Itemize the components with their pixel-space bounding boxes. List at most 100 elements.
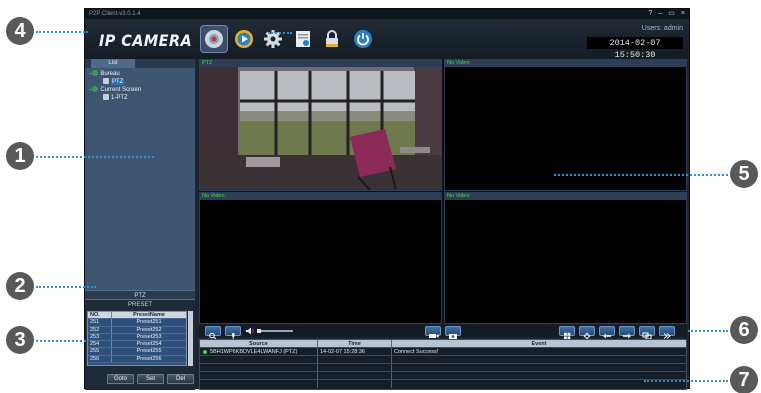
power-icon [354, 30, 372, 48]
preset-row[interactable]: 255 Preset255 [88, 348, 186, 356]
playback-icon [235, 30, 253, 48]
preset-number: 251 [88, 319, 112, 326]
leader-7 [644, 380, 728, 382]
preset-row[interactable]: 252 Preset252 [88, 326, 186, 334]
datetime-display: 2014-02-07 15:50:30 [587, 37, 683, 60]
playback-button[interactable] [230, 25, 258, 53]
device-sidebar: List – Bureau PTZ – Current Screen 1-PTZ P… [85, 59, 195, 390]
previous-button[interactable] [599, 326, 615, 339]
col-event-header: Event [531, 341, 547, 347]
preset-row[interactable]: 253 Preset253 [88, 333, 186, 342]
tree-item-ptz[interactable]: PTZ [103, 78, 125, 86]
pane-label: No Video [200, 193, 441, 200]
log-icon [296, 31, 310, 47]
settings-button[interactable] [259, 25, 287, 53]
tree-item-current-screen[interactable]: – Current Screen [89, 86, 141, 94]
header: IP CAMERA Users: admin 2014-02-07 15:50:… [85, 19, 689, 60]
event-row-empty [200, 372, 686, 380]
leader-5 [554, 174, 728, 176]
ptz-panel-toggle[interactable]: PTZ [85, 290, 195, 300]
help-button[interactable]: ? [648, 9, 652, 19]
volume-icon[interactable] [245, 327, 255, 335]
preset-row[interactable]: 256 Preset256 [88, 355, 186, 364]
brand-logo: IP CAMERA [99, 31, 193, 50]
preset-name: Preset254 [136, 341, 162, 348]
video-pane-2[interactable]: No Video [444, 59, 687, 191]
group-icon [92, 70, 99, 77]
live-view-button[interactable] [200, 25, 228, 53]
event-row-empty [200, 356, 686, 364]
video-pane-1[interactable]: PTZ [199, 59, 442, 191]
preset-number: 255 [88, 348, 112, 355]
camera-icon [103, 78, 109, 85]
event-text: Connect Success! [394, 349, 439, 355]
tab-list[interactable]: List [91, 59, 135, 68]
lock-icon [326, 30, 338, 47]
col-time-header: Time [318, 340, 392, 347]
minimize-button[interactable]: – [658, 9, 662, 19]
maximize-button[interactable]: ▭ [668, 9, 675, 19]
snapshot-button[interactable] [445, 326, 461, 339]
callout-2: 2 [6, 272, 34, 300]
event-source: 5BH1WP6KBDVLE4LWANFJ (PTZ) [200, 348, 318, 355]
preset-table: NO. PresetName 251 Preset251 252 Preset252… [87, 311, 187, 366]
event-row-empty [200, 364, 686, 372]
sidebar-tabbar: List [85, 59, 195, 68]
preset-row[interactable]: 254 Preset254 [88, 341, 186, 349]
col-presetname-header: PresetName [133, 312, 165, 318]
preset-name: Preset253 [136, 333, 162, 340]
event-header-row: Source Time Event [200, 340, 686, 348]
preset-number: 253 [88, 333, 112, 341]
users-label: Users: admin [641, 25, 683, 32]
delete-button[interactable]: Del [167, 374, 194, 384]
video-pane-4[interactable]: No Video [444, 192, 687, 324]
fullscreen-button[interactable] [579, 326, 595, 340]
tree-label: Bureau [100, 71, 120, 77]
tree-label: PTZ [111, 79, 125, 85]
col-number-header: NO. [88, 312, 112, 319]
leader-2 [36, 286, 96, 288]
talk-button[interactable] [225, 326, 241, 340]
tree-item-bureau[interactable]: – Bureau [89, 70, 120, 78]
expand-button[interactable] [659, 326, 675, 339]
preset-name: Preset255 [136, 348, 162, 355]
tree-label: Current Screen [100, 87, 142, 93]
record-button[interactable] [425, 326, 441, 338]
event-row[interactable]: 5BH1WP6KBDVLE4LWANFJ (PTZ) 14-02-07 15:2… [200, 348, 686, 356]
preset-number: 254 [88, 341, 112, 348]
layout-quad-button[interactable] [559, 326, 575, 340]
callout-4: 4 [6, 17, 34, 45]
zoom-button[interactable] [205, 326, 221, 340]
window-title: P2P Client-v3.0.1.4 [89, 11, 141, 17]
window-mode-button[interactable] [639, 326, 655, 340]
event-log: Source Time Event 5BH1WP6KBDVLE4LWANFJ (… [199, 339, 687, 390]
window-controls: ? – ▭ × [648, 9, 685, 19]
col-source-header: Source [200, 340, 318, 347]
camera-feed-image [200, 67, 441, 190]
preset-title: PRESET [127, 302, 152, 308]
log-button[interactable] [289, 25, 317, 53]
preset-header-row: NO. PresetName [88, 312, 186, 320]
preset-scrollbar[interactable] [188, 311, 193, 366]
leader-4-tail [268, 32, 292, 34]
tree-item-1-ptz[interactable]: 1-PTZ [103, 94, 128, 102]
leader-6 [688, 330, 728, 332]
preset-name: Preset252 [136, 326, 162, 333]
lock-button[interactable] [318, 25, 346, 53]
next-button[interactable] [619, 326, 635, 339]
power-button[interactable] [349, 25, 377, 53]
video-toolbar [199, 325, 687, 340]
live-view-icon [205, 30, 223, 48]
close-button[interactable]: × [681, 9, 685, 19]
preset-name: Preset256 [136, 355, 162, 362]
set-button[interactable]: Set [137, 374, 164, 384]
goto-button[interactable]: Goto [107, 374, 134, 384]
video-grid: PTZ No Video No Video No Video [199, 59, 687, 324]
volume-slider[interactable] [257, 329, 293, 333]
video-pane-3[interactable]: No Video [199, 192, 442, 324]
callout-3: 3 [6, 326, 34, 354]
preset-number: 256 [88, 355, 112, 363]
camera-icon [103, 94, 109, 101]
preset-row[interactable]: 251 Preset251 [88, 319, 186, 327]
event-row-empty [200, 380, 686, 388]
